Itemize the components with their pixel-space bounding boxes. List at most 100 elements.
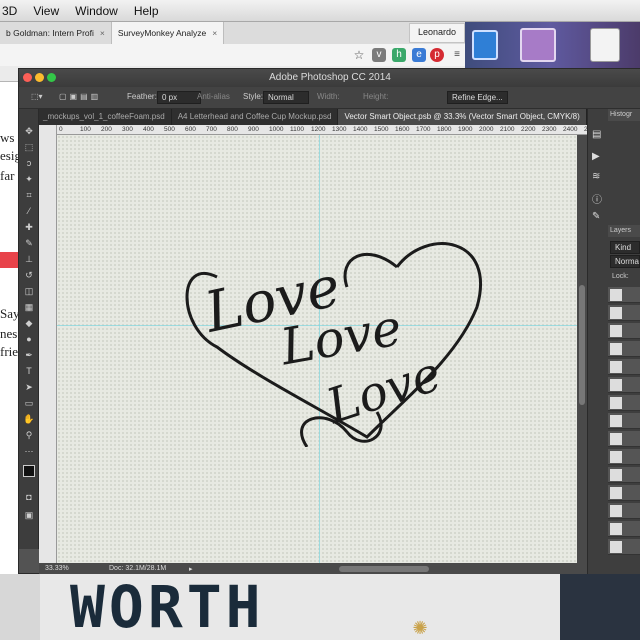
layer-row[interactable] bbox=[608, 449, 640, 465]
horizontal-ruler: 0 100 200 300 400 500 600 700 800 900 1000 1100 1200… bbox=[57, 125, 607, 135]
layer-row[interactable] bbox=[608, 377, 640, 393]
layer-row[interactable] bbox=[608, 503, 640, 519]
layer-row[interactable] bbox=[608, 287, 640, 303]
marquee-tool-icon[interactable]: ⬚ bbox=[23, 141, 35, 153]
layer-thumbnail bbox=[610, 451, 622, 463]
screen: 3D View Window Help b Goldman: Intern Pr… bbox=[0, 0, 640, 640]
brush-panel-icon[interactable]: ✎ bbox=[592, 211, 600, 222]
scroll-thumb[interactable] bbox=[579, 285, 585, 405]
doc-tab-active[interactable]: Vector Smart Object.psb @ 33.3% (Vector … bbox=[338, 109, 587, 125]
shape-tool-icon[interactable]: ▭ bbox=[23, 397, 35, 409]
menu-help[interactable]: Help bbox=[134, 4, 159, 18]
desktop-thumbnail-icon[interactable] bbox=[472, 30, 498, 60]
layer-thumbnail bbox=[610, 469, 622, 481]
layer-row[interactable] bbox=[608, 323, 640, 339]
magic-wand-icon[interactable]: ✦ bbox=[23, 173, 35, 185]
refine-edge-button[interactable]: Refine Edge... bbox=[447, 91, 508, 104]
star-icon[interactable]: ☆ bbox=[352, 48, 366, 62]
zoom-tool-icon[interactable]: ⚲ bbox=[23, 429, 35, 441]
layer-filter-kind[interactable]: Kind bbox=[610, 241, 640, 254]
menu-view[interactable]: View bbox=[33, 4, 59, 18]
crop-tool-icon[interactable]: ⌗ bbox=[23, 189, 35, 201]
zoom-window-button[interactable] bbox=[47, 73, 56, 82]
foreground-color-swatch[interactable] bbox=[23, 465, 35, 477]
lasso-tool-icon[interactable]: ↄ bbox=[23, 157, 35, 169]
blend-mode-select[interactable]: Norma bbox=[610, 255, 640, 268]
love-heart-lettering[interactable]: Love Love Love bbox=[157, 217, 497, 447]
menu-3d[interactable]: 3D bbox=[2, 4, 17, 18]
layer-row[interactable] bbox=[608, 539, 640, 555]
history-brush-icon[interactable]: ↺ bbox=[23, 269, 35, 281]
quick-mask-icon[interactable]: ◘ bbox=[23, 491, 35, 503]
profile-button[interactable]: Leonardo bbox=[408, 23, 465, 43]
photoshop-window: Adobe Photoshop CC 2014 ⬚▾ ▢▣▤▥ Feather:… bbox=[18, 68, 640, 575]
desktop-thumbnail-icon[interactable] bbox=[520, 28, 556, 62]
clone-stamp-icon[interactable]: ⊥ bbox=[23, 253, 35, 265]
path-selection-icon[interactable]: ➤ bbox=[23, 381, 35, 393]
document-canvas[interactable]: Love Love Love bbox=[57, 135, 577, 567]
selection-mode-icons[interactable]: ▢▣▤▥ bbox=[59, 92, 101, 101]
pen-tool-icon[interactable]: ✒ bbox=[23, 349, 35, 361]
panel-icon[interactable]: ▤ bbox=[592, 129, 601, 140]
layer-thumbnail bbox=[610, 505, 622, 517]
png-file-icon[interactable] bbox=[590, 28, 620, 62]
zoom-level[interactable]: 33.33% bbox=[45, 565, 69, 572]
ruler-tick-label: 700 bbox=[206, 126, 217, 133]
close-icon[interactable]: × bbox=[100, 28, 105, 38]
screen-mode-icon[interactable]: ▣ bbox=[23, 509, 35, 521]
brush-tool-icon[interactable]: ✎ bbox=[23, 237, 35, 249]
layer-row[interactable] bbox=[608, 359, 640, 375]
extension-icon[interactable]: h bbox=[392, 48, 406, 62]
info-icon[interactable]: ⓘ bbox=[592, 191, 602, 206]
doc-tab[interactable]: _mockups_vol_1_coffeeFoam.psd bbox=[37, 109, 172, 125]
more-tools-icon[interactable]: ⋯ bbox=[23, 445, 35, 457]
antialias-checkbox[interactable]: Anti-alias bbox=[197, 92, 230, 101]
menu-window[interactable]: Window bbox=[75, 4, 118, 18]
height-label: Height: bbox=[363, 92, 389, 101]
horizontal-scroll-thumb[interactable] bbox=[339, 566, 429, 572]
healing-brush-icon[interactable]: ✚ bbox=[23, 221, 35, 233]
browser-tab[interactable]: SurveyMonkey Analyze × bbox=[111, 22, 225, 44]
eraser-icon[interactable]: ◫ bbox=[23, 285, 35, 297]
type-tool-icon[interactable]: T bbox=[23, 365, 35, 377]
extension-icon[interactable]: v bbox=[372, 48, 386, 62]
page-text: frie bbox=[0, 344, 19, 359]
ruler-tick-label: 200 bbox=[101, 126, 112, 133]
layer-row[interactable] bbox=[608, 413, 640, 429]
layer-row[interactable] bbox=[608, 395, 640, 411]
menu-icon[interactable]: ≡ bbox=[450, 48, 464, 62]
gradient-tool-icon[interactable]: ▦ bbox=[23, 301, 35, 313]
close-window-button[interactable] bbox=[23, 73, 32, 82]
blur-tool-icon[interactable]: ◆ bbox=[23, 317, 35, 329]
dodge-tool-icon[interactable]: ● bbox=[23, 333, 35, 345]
vertical-scrollbar[interactable] bbox=[577, 135, 587, 567]
feather-input[interactable]: 0 px bbox=[157, 91, 201, 104]
status-menu-icon[interactable]: ▸ bbox=[189, 565, 193, 573]
layers-panel-tab[interactable]: Layers bbox=[608, 225, 640, 237]
eyedropper-icon[interactable]: ⁄ bbox=[23, 205, 35, 217]
extension-icon[interactable]: e bbox=[412, 48, 426, 62]
hand-tool-icon[interactable]: ✋ bbox=[23, 413, 35, 425]
browser-tab[interactable]: b Goldman: Intern Profi × bbox=[0, 22, 112, 44]
minimize-window-button[interactable] bbox=[35, 73, 44, 82]
doc-tab[interactable]: A4 Letterhead and Coffee Cup Mockup.psd bbox=[172, 109, 339, 125]
ruler-tick-label: 500 bbox=[164, 126, 175, 133]
adjustments-icon[interactable]: ≋ bbox=[592, 171, 600, 182]
layer-row[interactable] bbox=[608, 485, 640, 501]
layer-row[interactable] bbox=[608, 431, 640, 447]
layer-thumbnail bbox=[610, 361, 622, 373]
style-select[interactable]: Normal bbox=[263, 91, 309, 104]
layer-row[interactable] bbox=[608, 305, 640, 321]
close-icon[interactable]: × bbox=[212, 28, 217, 38]
ruler-tick-label: 2400 bbox=[563, 126, 578, 133]
ruler-tick-label: 1600 bbox=[395, 126, 410, 133]
move-tool-icon[interactable]: ✥ bbox=[23, 125, 35, 137]
pinterest-icon[interactable]: p bbox=[430, 48, 444, 62]
play-icon[interactable]: ▶ bbox=[592, 151, 600, 162]
layer-row[interactable] bbox=[608, 341, 640, 357]
marquee-tool-icon[interactable]: ⬚▾ bbox=[31, 92, 43, 101]
histogram-panel-tab[interactable]: Histogr bbox=[608, 109, 640, 121]
layer-row[interactable] bbox=[608, 521, 640, 537]
layer-row[interactable] bbox=[608, 467, 640, 483]
layer-thumbnail bbox=[610, 433, 622, 445]
